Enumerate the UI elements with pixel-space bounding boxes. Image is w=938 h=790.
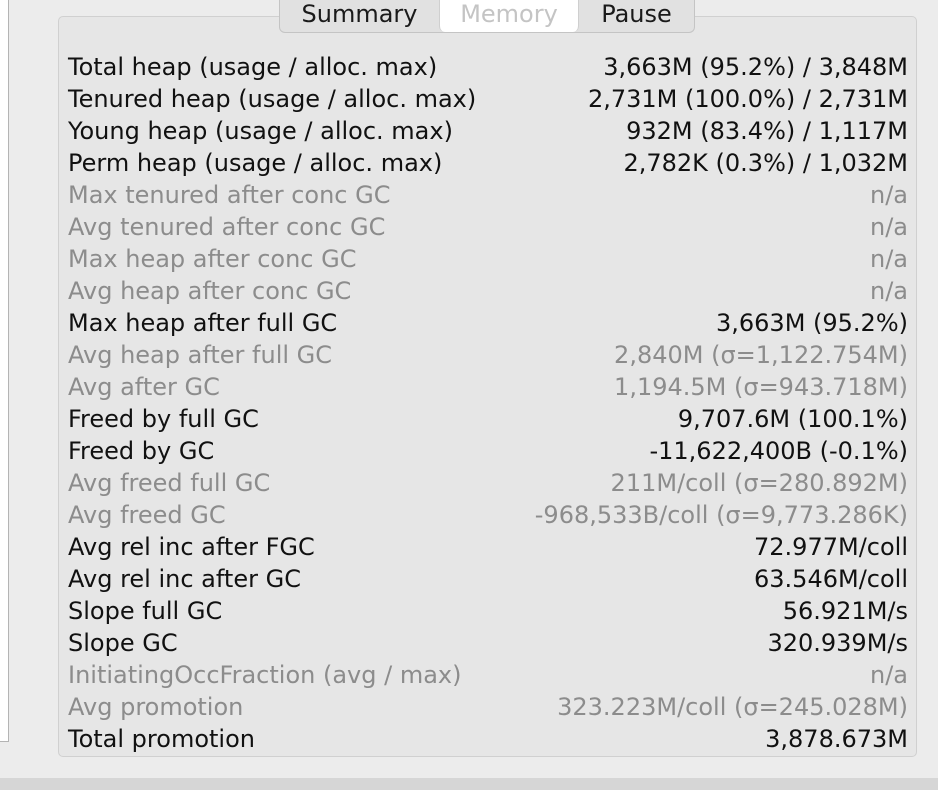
memory-stats-table: Total heap (usage / alloc. max) 3,663M (9… bbox=[68, 51, 908, 755]
stat-row: Max heap after full GC 3,663M (95.2%) bbox=[68, 307, 908, 339]
stat-label: Young heap (usage / alloc. max) bbox=[68, 117, 453, 145]
stat-label: Avg after GC bbox=[68, 373, 220, 401]
stat-label: Avg rel inc after FGC bbox=[68, 533, 315, 561]
stat-row: Total promotion 3,878.673M bbox=[68, 723, 908, 755]
stat-row: Avg freed full GC 211M/coll (σ=280.892M) bbox=[68, 467, 908, 499]
stat-value: 9,707.6M (100.1%) bbox=[677, 405, 908, 433]
stat-row: Avg promotion 323.223M/coll (σ=245.028M) bbox=[68, 691, 908, 723]
stat-label: Slope GC bbox=[68, 629, 178, 657]
stat-value: 932M (83.4%) / 1,117M bbox=[626, 117, 908, 145]
stat-row: Avg freed GC -968,533B/coll (σ=9,773.286K… bbox=[68, 499, 908, 531]
stat-label: Freed by full GC bbox=[68, 405, 259, 433]
stat-row: Total heap (usage / alloc. max) 3,663M (9… bbox=[68, 51, 908, 83]
stat-row: Avg heap after conc GC n/a bbox=[68, 275, 908, 307]
tab-memory[interactable]: Memory bbox=[439, 0, 579, 32]
stat-row: InitiatingOccFraction (avg / max) n/a bbox=[68, 659, 908, 691]
stat-label: Slope full GC bbox=[68, 597, 223, 625]
stat-row: Avg tenured after conc GC n/a bbox=[68, 211, 908, 243]
stat-value: 3,878.673M bbox=[765, 725, 908, 753]
stat-label: Freed by GC bbox=[68, 437, 215, 465]
tab-bar: Summary Memory Pause bbox=[279, 0, 695, 33]
stat-label: Avg heap after full GC bbox=[68, 341, 333, 369]
left-pane bbox=[0, 0, 9, 742]
stat-value: 2,731M (100.0%) / 2,731M bbox=[587, 85, 908, 113]
tab-summary[interactable]: Summary bbox=[280, 0, 439, 32]
stat-row: Tenured heap (usage / alloc. max) 2,731M … bbox=[68, 83, 908, 115]
stat-row: Avg heap after full GC 2,840M (σ=1,122.75… bbox=[68, 339, 908, 371]
stat-label: Avg freed GC bbox=[68, 501, 226, 529]
stat-value: n/a bbox=[869, 245, 908, 273]
stat-row: Avg rel inc after FGC 72.977M/coll bbox=[68, 531, 908, 563]
stat-value: 323.223M/coll (σ=245.028M) bbox=[557, 693, 908, 721]
stat-value: 56.921M/s bbox=[782, 597, 908, 625]
stat-label: Avg rel inc after GC bbox=[68, 565, 301, 593]
stat-label: InitiatingOccFraction (avg / max) bbox=[68, 661, 462, 689]
stat-row: Perm heap (usage / alloc. max) 2,782K (0.… bbox=[68, 147, 908, 179]
stat-label: Avg promotion bbox=[68, 693, 244, 721]
stat-value: 63.546M/coll bbox=[754, 565, 908, 593]
stat-row: Freed by full GC 9,707.6M (100.1%) bbox=[68, 403, 908, 435]
stat-value: 2,782K (0.3%) / 1,032M bbox=[623, 149, 908, 177]
stat-value: n/a bbox=[869, 181, 908, 209]
stat-value: 211M/coll (σ=280.892M) bbox=[610, 469, 908, 497]
stat-value: 320.939M/s bbox=[767, 629, 908, 657]
stat-label: Avg tenured after conc GC bbox=[68, 213, 386, 241]
stat-value: 72.977M/coll bbox=[754, 533, 908, 561]
stat-value: 2,840M (σ=1,122.754M) bbox=[614, 341, 908, 369]
tab-pause[interactable]: Pause bbox=[579, 0, 694, 32]
stat-label: Tenured heap (usage / alloc. max) bbox=[68, 85, 477, 113]
stat-value: n/a bbox=[869, 661, 908, 689]
stat-row: Avg after GC 1,194.5M (σ=943.718M) bbox=[68, 371, 908, 403]
stat-row: Young heap (usage / alloc. max) 932M (83.… bbox=[68, 115, 908, 147]
stat-value: n/a bbox=[869, 277, 908, 305]
stat-label: Total heap (usage / alloc. max) bbox=[68, 53, 438, 81]
bottom-bar bbox=[0, 778, 938, 790]
stat-label: Max tenured after conc GC bbox=[68, 181, 391, 209]
stat-value: -968,533B/coll (σ=9,773.286K) bbox=[534, 501, 908, 529]
stat-label: Max heap after full GC bbox=[68, 309, 338, 337]
stat-value: 3,663M (95.2%) bbox=[715, 309, 908, 337]
stat-label: Max heap after conc GC bbox=[68, 245, 357, 273]
stat-row: Avg rel inc after GC 63.546M/coll bbox=[68, 563, 908, 595]
stat-row: Slope full GC 56.921M/s bbox=[68, 595, 908, 627]
stat-value: 1,194.5M (σ=943.718M) bbox=[614, 373, 908, 401]
stat-value: 3,663M (95.2%) / 3,848M bbox=[603, 53, 908, 81]
stat-row: Max heap after conc GC n/a bbox=[68, 243, 908, 275]
stat-label: Total promotion bbox=[68, 725, 255, 753]
stat-label: Avg freed full GC bbox=[68, 469, 271, 497]
stat-label: Perm heap (usage / alloc. max) bbox=[68, 149, 443, 177]
stat-label: Avg heap after conc GC bbox=[68, 277, 352, 305]
stat-row: Freed by GC -11,622,400B (-0.1%) bbox=[68, 435, 908, 467]
stat-value: n/a bbox=[869, 213, 908, 241]
stat-row: Max tenured after conc GC n/a bbox=[68, 179, 908, 211]
stat-row: Slope GC 320.939M/s bbox=[68, 627, 908, 659]
stat-value: -11,622,400B (-0.1%) bbox=[649, 437, 908, 465]
